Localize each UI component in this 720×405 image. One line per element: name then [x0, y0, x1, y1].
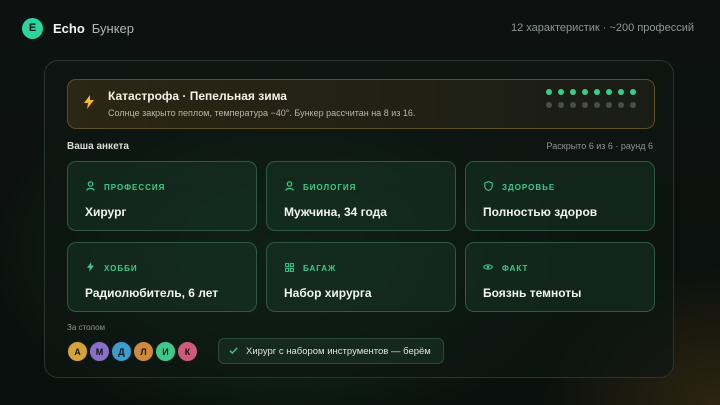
card-label: ЗДОРОВЬЕ	[502, 183, 556, 192]
profile-cards: ПРОФЕССИЯ Хирург БИОЛОГИЯ Мужчина, 34 го…	[67, 161, 655, 312]
grid-icon	[284, 262, 294, 272]
avatar[interactable]: А	[67, 341, 88, 362]
card-value: Набор хирурга	[284, 286, 372, 300]
card-baggage[interactable]: БАГАЖ Набор хирурга	[266, 242, 456, 312]
profile-title: Ваша анкета	[67, 141, 129, 152]
capacity-dot-filled	[582, 89, 588, 95]
card-value: Радиолюбитель, 6 лет	[85, 286, 219, 300]
game-stats: 12 характеристик · ~200 профессий	[510, 22, 694, 34]
capacity-dot-empty	[570, 102, 576, 108]
app-section: Бункер	[91, 20, 135, 36]
disaster-banner: Катастрофа · Пепельная зима Солнце закры…	[67, 79, 655, 129]
table-label: За столом	[67, 323, 106, 332]
capacity-dot-empty	[606, 102, 612, 108]
card-profession[interactable]: ПРОФЕССИЯ Хирург	[67, 161, 257, 231]
bunker-capacity-dots	[546, 89, 638, 108]
capacity-dot-empty	[618, 102, 624, 108]
eye-icon	[483, 262, 493, 272]
capacity-dot-empty	[594, 102, 600, 108]
avatar[interactable]: Л	[133, 341, 154, 362]
person-icon	[284, 181, 294, 191]
player-avatars: А М Д Л И К	[67, 341, 199, 362]
card-value: Боязнь темноты	[483, 286, 582, 300]
card-label: ПРОФЕССИЯ	[104, 183, 166, 192]
verdict-text: Хирург с набором инструментов — берём	[246, 345, 431, 357]
card-biology[interactable]: БИОЛОГИЯ Мужчина, 34 года	[266, 161, 456, 231]
card-fact[interactable]: ФАКТ Боязнь темноты	[465, 242, 655, 312]
bolt-icon	[85, 262, 95, 272]
card-health[interactable]: ЗДОРОВЬЕ Полностью здоров	[465, 161, 655, 231]
bolt-icon	[84, 95, 94, 112]
capacity-dot-empty	[630, 102, 636, 108]
card-value: Мужчина, 34 года	[284, 205, 387, 219]
capacity-dot-filled	[618, 89, 624, 95]
app-logo[interactable]: E	[22, 17, 43, 39]
avatar[interactable]: И	[155, 341, 176, 362]
disaster-description: Солнце закрыто пеплом, температура −40°.…	[108, 108, 416, 118]
profile-progress: Раскрыто 6 из 6 · раунд 6	[546, 141, 653, 151]
capacity-dot-filled	[570, 89, 576, 95]
capacity-dot-empty	[582, 102, 588, 108]
capacity-dot-filled	[606, 89, 612, 95]
check-icon	[229, 346, 238, 357]
capacity-dot-empty	[558, 102, 564, 108]
disaster-title: Катастрофа · Пепельная зима	[108, 89, 287, 103]
card-hobby[interactable]: ХОББИ Радиолюбитель, 6 лет	[67, 242, 257, 312]
card-label: БАГАЖ	[303, 264, 337, 273]
card-label: ХОББИ	[104, 264, 138, 273]
card-label: ФАКТ	[502, 264, 529, 273]
card-value: Хирург	[85, 205, 127, 219]
avatar[interactable]: Д	[111, 341, 132, 362]
avatar[interactable]: К	[177, 341, 198, 362]
top-bar: E Echo Бункер 12 характеристик · ~200 пр…	[22, 17, 694, 39]
card-value: Полностью здоров	[483, 205, 598, 219]
card-label: БИОЛОГИЯ	[303, 183, 357, 192]
app-name: Echo	[53, 20, 85, 36]
person-icon	[85, 181, 95, 191]
avatar[interactable]: М	[89, 341, 110, 362]
shield-icon	[483, 181, 493, 191]
capacity-dot-filled	[630, 89, 636, 95]
capacity-dot-filled	[594, 89, 600, 95]
verdict-chip[interactable]: Хирург с набором инструментов — берём	[218, 338, 444, 364]
capacity-dot-filled	[558, 89, 564, 95]
main-panel: Катастрофа · Пепельная зима Солнце закры…	[44, 60, 674, 378]
capacity-dot-empty	[546, 102, 552, 108]
capacity-dot-filled	[546, 89, 552, 95]
